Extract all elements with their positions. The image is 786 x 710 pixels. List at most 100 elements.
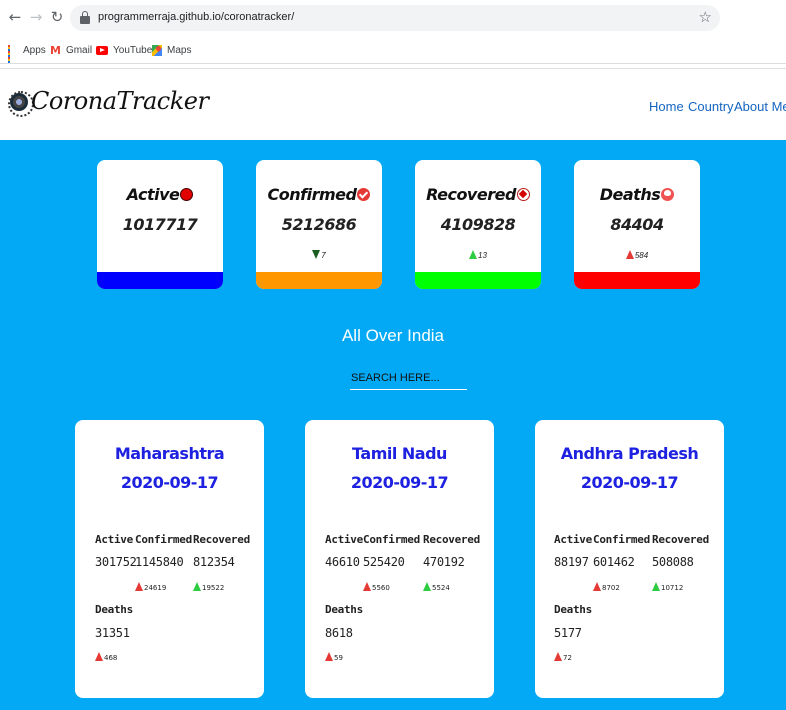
value-recovered: 812354: [193, 555, 235, 569]
bookmark-maps[interactable]: Maps: [152, 43, 191, 57]
delta-confirmed: 5560: [372, 584, 390, 592]
label-active: Active: [554, 533, 592, 546]
delta-deaths: 72: [563, 654, 572, 662]
up-arrow-icon: [135, 582, 143, 591]
state-name: Tamil Nadu: [352, 444, 447, 463]
card-title: Recovered: [426, 185, 516, 204]
nav-link-about[interactable]: About Me: [734, 99, 786, 114]
label-active: Active: [95, 533, 133, 546]
card-color-bar: [574, 272, 700, 289]
up-arrow-icon: [469, 250, 478, 259]
up-arrow-icon: [625, 250, 634, 259]
delta-confirmed: 24619: [144, 584, 167, 592]
search-input[interactable]: [350, 366, 467, 390]
up-arrow-icon: [193, 582, 201, 591]
up-arrow-icon: [652, 582, 660, 591]
state-name: Maharashtra: [114, 444, 225, 463]
state-card-andhra-pradesh: Andhra Pradesh 2020-09-17 Active Confirm…: [535, 420, 724, 698]
label-deaths: Deaths: [95, 603, 133, 616]
card-color-bar: [97, 272, 223, 289]
card-title: Deaths: [599, 185, 661, 204]
up-arrow-icon: [325, 652, 333, 661]
virus-logo-icon: [8, 91, 34, 117]
label-confirmed: Confirmed: [363, 533, 420, 546]
value-active: 301752: [95, 555, 137, 569]
up-arrow-icon: [95, 652, 103, 661]
value-recovered: 470192: [423, 555, 465, 569]
up-arrow-icon: [363, 582, 371, 591]
heart-icon: [516, 188, 530, 201]
state-date: 2020-09-17: [120, 473, 219, 492]
value-active: 88197: [554, 555, 589, 569]
red-dot-icon: [180, 188, 194, 201]
delta-confirmed: 8702: [602, 584, 620, 592]
total-card-confirmed: Confirmed 5212686 7: [256, 160, 382, 289]
back-icon[interactable]: ←: [6, 8, 24, 26]
up-arrow-icon: [423, 582, 431, 591]
label-deaths: Deaths: [554, 603, 592, 616]
down-arrow-icon: [312, 250, 321, 259]
card-delta: 7: [321, 251, 326, 260]
value-recovered: 508088: [652, 555, 694, 569]
bookmarks-bar: Apps M Gmail YouTube Maps: [0, 36, 786, 64]
delta-recovered: 5524: [432, 584, 450, 592]
card-value: 1017717: [122, 215, 198, 234]
bookmark-gmail[interactable]: M Gmail: [50, 43, 92, 57]
label-active: Active: [325, 533, 363, 546]
value-deaths: 31351: [95, 626, 130, 640]
section-title: All Over India: [341, 326, 445, 345]
apps-grid-icon: [8, 45, 18, 63]
lock-icon[interactable]: [80, 11, 90, 24]
bookmark-star-icon[interactable]: ☆: [699, 8, 712, 26]
delta-recovered: 19522: [202, 584, 225, 592]
label-confirmed: Confirmed: [135, 533, 192, 546]
card-title: Confirmed: [267, 185, 357, 204]
maps-icon: [152, 44, 162, 56]
url-text[interactable]: programmerraja.github.io/coronatracker/: [98, 11, 294, 23]
card-color-bar: [415, 272, 541, 289]
nav-link-home[interactable]: Home: [649, 99, 684, 114]
state-name: Andhra Pradesh: [560, 444, 699, 463]
label-confirmed: Confirmed: [593, 533, 650, 546]
total-card-deaths: Deaths 84404 584: [574, 160, 700, 289]
bookmark-label: Gmail: [65, 44, 93, 56]
reload-icon[interactable]: ↻: [48, 8, 66, 26]
up-arrow-icon: [554, 652, 562, 661]
gmail-icon: M: [50, 43, 61, 57]
up-arrow-icon: [593, 582, 601, 591]
bookmark-apps[interactable]: Apps: [8, 43, 46, 63]
value-confirmed: 525420: [363, 555, 405, 569]
value-confirmed: 601462: [593, 555, 635, 569]
nav-link-country[interactable]: Country: [688, 99, 734, 114]
card-delta: 584: [634, 251, 649, 260]
bookmark-label: YouTube: [113, 44, 153, 56]
check-badge-icon: [357, 188, 371, 201]
state-card-maharashtra: Maharashtra 2020-09-17 Active Confirmed …: [75, 420, 264, 698]
delta-deaths: 59: [334, 654, 343, 662]
state-card-tamil-nadu: Tamil Nadu 2020-09-17 Active Confirmed R…: [305, 420, 494, 698]
browser-toolbar: ← → ↻ programmerraja.github.io/coronatra…: [0, 0, 786, 36]
label-recovered: Recovered: [652, 533, 709, 546]
card-title: Active: [126, 185, 180, 204]
state-date: 2020-09-17: [350, 473, 449, 492]
main-content: Active 1017717 Confirmed 5212686 7 Recov…: [0, 140, 786, 710]
total-card-recovered: Recovered 4109828 13: [415, 160, 541, 289]
delta-recovered: 10712: [661, 584, 684, 592]
bookmark-label: Apps: [23, 44, 46, 56]
value-active: 46610: [325, 555, 360, 569]
label-recovered: Recovered: [193, 533, 250, 546]
value-deaths: 5177: [554, 626, 582, 640]
value-deaths: 8618: [325, 626, 353, 640]
card-value: 84404: [610, 215, 664, 234]
total-card-active: Active 1017717: [97, 160, 223, 289]
brand-title[interactable]: CoronaTracker: [31, 87, 209, 115]
label-deaths: Deaths: [325, 603, 363, 616]
card-delta: 13: [478, 251, 487, 260]
address-bar[interactable]: programmerraja.github.io/coronatracker/ …: [70, 5, 720, 31]
card-value: 4109828: [440, 215, 516, 234]
bookmark-label: Maps: [167, 44, 192, 56]
card-color-bar: [256, 272, 382, 289]
delta-deaths: 468: [104, 654, 118, 662]
forward-icon[interactable]: →: [27, 8, 45, 26]
bookmark-youtube[interactable]: YouTube: [96, 43, 152, 57]
